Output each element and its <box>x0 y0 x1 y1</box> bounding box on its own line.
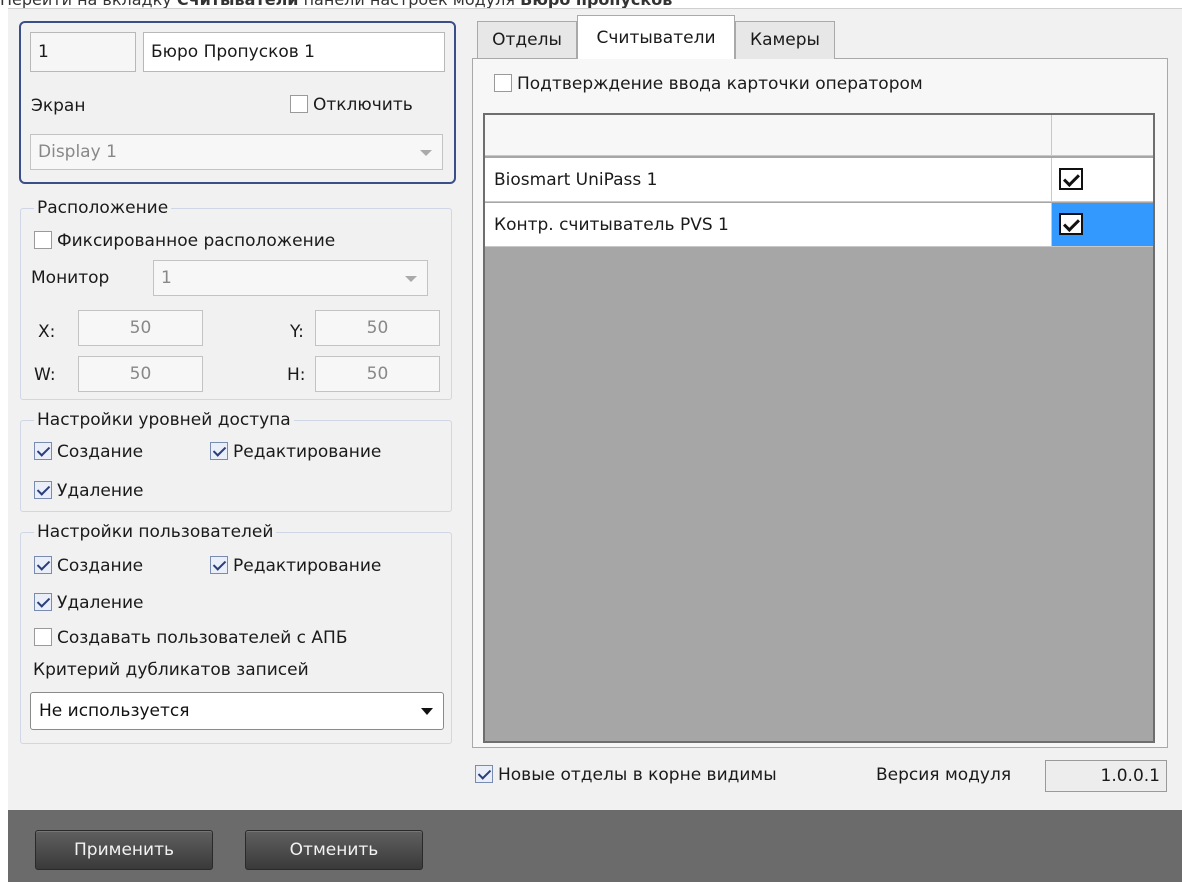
reader-name: Biosmart UniPass 1 <box>494 170 658 190</box>
module-id-field[interactable]: 1 <box>30 32 136 72</box>
users-create-label: Создание <box>57 556 144 576</box>
users-delete-checkbox[interactable] <box>34 592 52 611</box>
reader-enabled-cell[interactable] <box>1052 158 1153 201</box>
version-field: 1.0.0.1 <box>1045 760 1167 792</box>
users-create-row[interactable]: Создание <box>34 554 143 578</box>
access-create-label: Создание <box>57 442 144 462</box>
tab-cameras[interactable]: Камеры <box>735 21 835 59</box>
y-field[interactable]: 50 <box>315 310 440 346</box>
y-label: Y: <box>290 322 304 342</box>
users-edit-row[interactable]: Редактирование <box>210 554 381 578</box>
apply-button[interactable]: Применить <box>35 830 213 870</box>
disable-label: Отключить <box>313 95 413 115</box>
monitor-select-value: 1 <box>161 268 172 288</box>
access-edit-row[interactable]: Редактирование <box>210 440 381 464</box>
caption-module-name: Бюро пропусков <box>520 0 672 8</box>
instruction-caption: Перейти на вкладку Считыватели панели на… <box>0 0 1182 8</box>
disable-checkbox-row[interactable]: Отключить <box>290 93 413 117</box>
reader-enabled-checkbox[interactable] <box>1059 168 1083 190</box>
disable-checkbox[interactable] <box>290 94 308 113</box>
monitor-label: Монитор <box>31 268 110 288</box>
w-label: W: <box>34 365 56 385</box>
fixed-location-row[interactable]: Фиксированное расположение <box>34 229 335 253</box>
chevron-down-icon <box>405 276 417 282</box>
caption-tab-name: Считыватели <box>177 0 299 8</box>
access-delete-label: Удаление <box>57 481 144 501</box>
h-field[interactable]: 50 <box>315 356 440 392</box>
display-select[interactable]: Display 1 <box>30 134 443 170</box>
reader-row[interactable]: Контр. считыватель PVS 1 <box>485 203 1153 247</box>
display-select-value: Display 1 <box>38 142 117 162</box>
users-apb-row[interactable]: Создавать пользователей с АПБ <box>34 626 348 650</box>
users-apb-checkbox[interactable] <box>34 627 52 646</box>
access-levels-title: Настройки уровней доступа <box>34 409 294 431</box>
location-group-title: Расположение <box>34 197 172 219</box>
column-separator <box>1051 115 1052 155</box>
new-depts-row[interactable]: Новые отделы в корне видимы <box>475 763 777 787</box>
access-create-checkbox[interactable] <box>34 441 52 460</box>
chevron-down-icon <box>421 708 433 715</box>
confirm-card-row[interactable]: Подтверждение ввода карточки оператором <box>494 72 923 96</box>
module-name-field[interactable]: Бюро Пропусков 1 <box>143 32 445 72</box>
tab-departments[interactable]: Отделы <box>477 21 577 59</box>
access-delete-row[interactable]: Удаление <box>34 479 143 503</box>
new-depts-label: Новые отделы в корне видимы <box>498 765 777 785</box>
readers-grid-header <box>485 115 1153 156</box>
tab-readers[interactable]: Считыватели <box>577 15 735 59</box>
screen-label: Экран <box>31 96 86 116</box>
fixed-location-checkbox[interactable] <box>34 230 52 249</box>
x-label: X: <box>38 322 56 342</box>
caption-middle: панели настроек модуля <box>299 0 521 8</box>
reader-row[interactable]: Biosmart UniPass 1 <box>485 158 1153 202</box>
new-depts-checkbox[interactable] <box>475 764 493 783</box>
reader-name: Контр. считыватель PVS 1 <box>494 215 729 235</box>
users-delete-label: Удаление <box>57 593 144 613</box>
h-label: H: <box>287 365 306 385</box>
access-edit-checkbox[interactable] <box>210 441 228 460</box>
chevron-down-icon <box>420 150 432 156</box>
caption-prefix: Перейти на вкладку <box>0 0 177 8</box>
dup-criteria-value: Не используется <box>39 701 190 721</box>
monitor-select[interactable]: 1 <box>153 260 428 296</box>
access-delete-checkbox[interactable] <box>34 480 52 499</box>
dup-criteria-label: Критерий дубликатов записей <box>33 660 309 680</box>
access-edit-label: Редактирование <box>233 442 382 462</box>
access-create-row[interactable]: Создание <box>34 440 143 464</box>
fixed-location-label: Фиксированное расположение <box>57 231 336 251</box>
version-label: Версия модуля <box>876 765 1012 785</box>
confirm-card-label: Подтверждение ввода карточки оператором <box>517 74 923 94</box>
dup-criteria-select[interactable]: Не используется <box>30 692 444 730</box>
users-edit-checkbox[interactable] <box>210 555 228 574</box>
cancel-button[interactable]: Отменить <box>245 830 423 870</box>
users-group-title: Настройки пользователей <box>34 521 277 543</box>
users-delete-row[interactable]: Удаление <box>34 591 143 615</box>
w-field[interactable]: 50 <box>78 356 203 392</box>
reader-enabled-checkbox[interactable] <box>1059 213 1083 235</box>
users-apb-label: Создавать пользователей с АПБ <box>57 628 348 648</box>
confirm-card-checkbox[interactable] <box>494 73 512 92</box>
users-edit-label: Редактирование <box>233 556 382 576</box>
reader-enabled-cell-selected[interactable] <box>1052 203 1153 246</box>
users-create-checkbox[interactable] <box>34 555 52 574</box>
x-field[interactable]: 50 <box>78 310 203 346</box>
